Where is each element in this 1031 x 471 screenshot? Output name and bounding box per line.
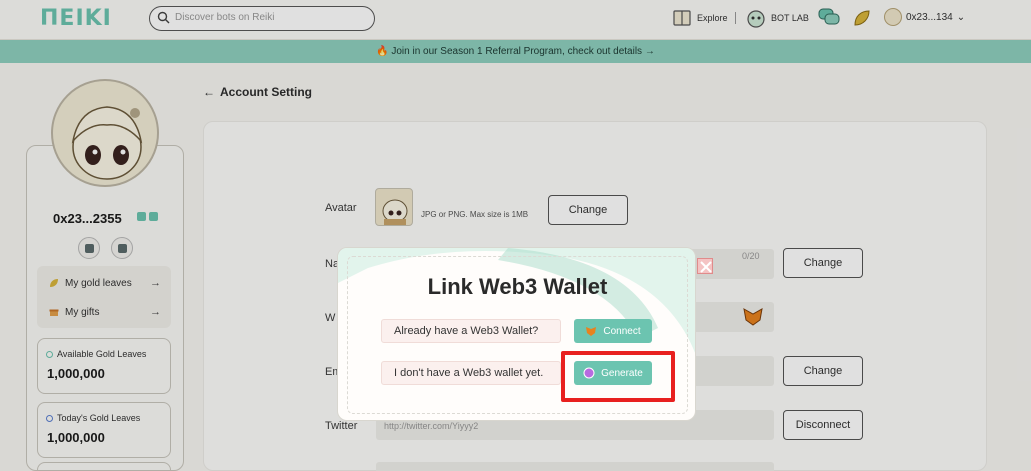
close-icon [700, 261, 712, 273]
generate-highlight [561, 351, 675, 402]
metamask-icon [586, 327, 597, 336]
connect-label: Connect [603, 325, 641, 337]
no-wallet-prompt: I don't have a Web3 wallet yet. [381, 361, 561, 385]
modal-title: Link Web3 Wallet [427, 274, 608, 299]
connect-button[interactable]: Connect [574, 319, 652, 343]
have-wallet-prompt: Already have a Web3 Wallet? [381, 319, 561, 343]
close-button[interactable] [697, 258, 713, 274]
